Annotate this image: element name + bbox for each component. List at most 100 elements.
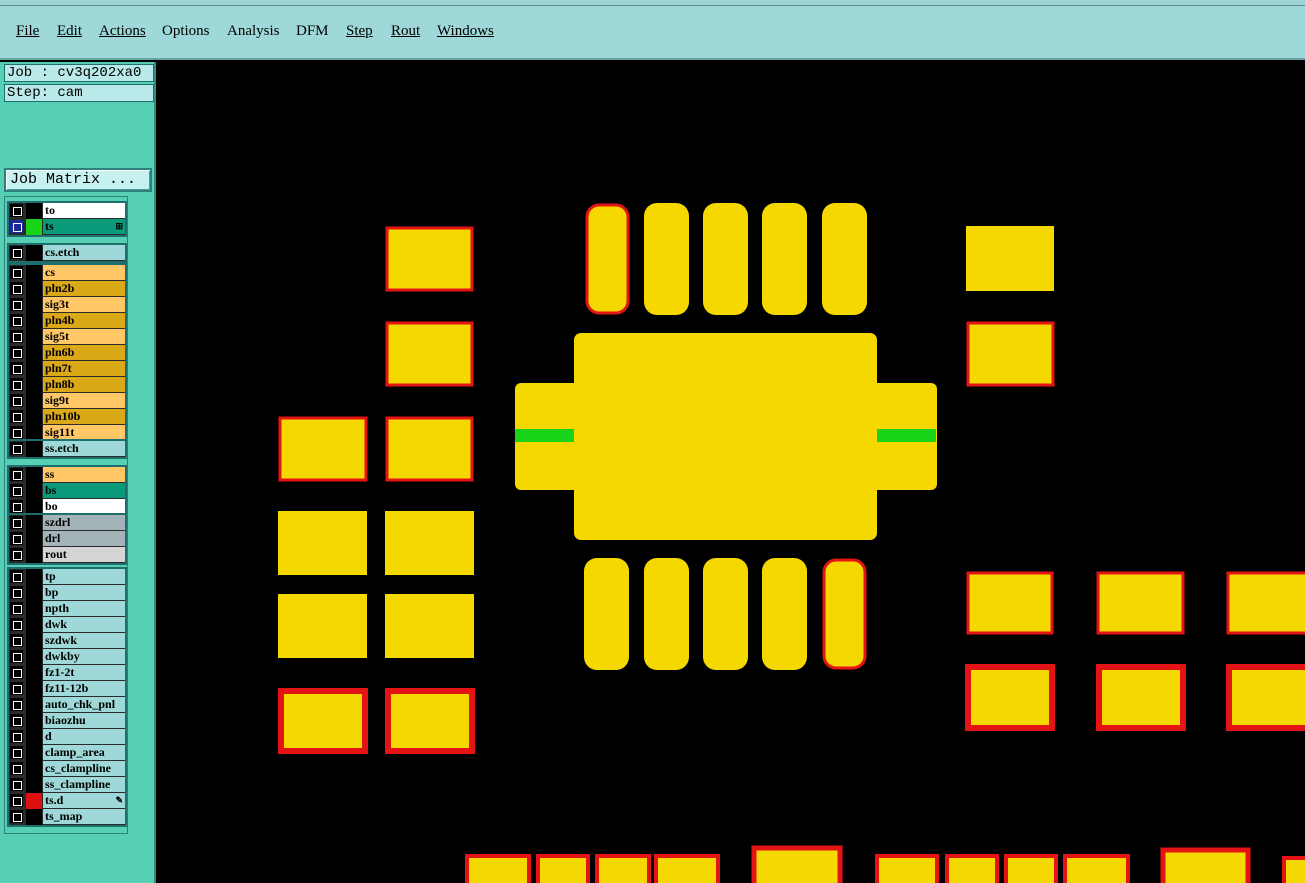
layer-name[interactable]: ts_map — [43, 809, 125, 824]
layer-name[interactable]: ts.d ✎ — [43, 793, 125, 808]
layer-name[interactable]: tp — [43, 569, 125, 584]
layer-checkbox[interactable] — [10, 220, 23, 233]
layer-row-ss[interactable]: ss — [9, 467, 125, 483]
layer-color-swatch[interactable] — [26, 467, 42, 483]
layer-name[interactable]: sig5t — [43, 329, 125, 344]
layer-color-swatch[interactable] — [26, 515, 42, 531]
layer-row-ts[interactable]: ts ⊞ — [9, 219, 125, 235]
menu-rout[interactable]: Rout — [391, 23, 420, 40]
layer-checkbox[interactable] — [10, 346, 23, 359]
layer-row-to[interactable]: to — [9, 203, 125, 219]
layer-color-swatch[interactable] — [26, 361, 42, 377]
pad-25[interactable] — [1226, 571, 1305, 635]
layer-name[interactable]: auto_chk_pnl — [43, 697, 125, 712]
layer-checkbox[interactable] — [10, 650, 23, 663]
pad-3[interactable] — [278, 416, 368, 482]
pad-6[interactable] — [385, 511, 474, 575]
layer-row-pln4b[interactable]: pln4b — [9, 313, 125, 329]
layer-row-dwkby[interactable]: dwkby — [9, 649, 125, 665]
layer-name[interactable]: sig3t — [43, 297, 125, 312]
layer-checkbox[interactable] — [10, 618, 23, 631]
pad-15[interactable] — [703, 203, 748, 315]
layer-row-cs_clampline[interactable]: cs_clampline — [9, 761, 125, 777]
layer-name[interactable]: d — [43, 729, 125, 744]
layer-row-sig9t[interactable]: sig9t — [9, 393, 125, 409]
layer-checkbox[interactable] — [10, 204, 23, 217]
menu-step[interactable]: Step — [346, 23, 373, 40]
layer-color-swatch[interactable] — [26, 531, 42, 547]
pad-10[interactable] — [385, 688, 475, 754]
layer-color-swatch[interactable] — [26, 793, 42, 809]
layer-row-ss_clampline[interactable]: ss_clampline — [9, 777, 125, 793]
pad-7[interactable] — [278, 594, 367, 658]
layer-name[interactable]: fz1-2t — [43, 665, 125, 680]
layer-color-swatch[interactable] — [26, 745, 42, 761]
layer-row-szdrl[interactable]: szdrl — [9, 515, 125, 531]
layer-checkbox[interactable] — [10, 484, 23, 497]
layer-checkbox[interactable] — [10, 586, 23, 599]
pad-32[interactable] — [654, 854, 720, 883]
layer-row-ss.etch[interactable]: ss.etch — [9, 441, 125, 457]
graphic-canvas[interactable] — [157, 62, 1305, 883]
layer-name[interactable]: bp — [43, 585, 125, 600]
layer-checkbox[interactable] — [10, 330, 23, 343]
layer-checkbox[interactable] — [10, 570, 23, 583]
pad-13[interactable] — [585, 203, 630, 315]
layer-name[interactable]: szdwk — [43, 633, 125, 648]
layer-color-swatch[interactable] — [26, 409, 42, 425]
layer-row-pln7t[interactable]: pln7t — [9, 361, 125, 377]
pad-34[interactable] — [945, 854, 999, 883]
layer-color-swatch[interactable] — [26, 265, 42, 281]
pad-11[interactable] — [966, 226, 1054, 291]
layer-checkbox[interactable] — [10, 532, 23, 545]
layer-checkbox[interactable] — [10, 746, 23, 759]
layer-checkbox[interactable] — [10, 682, 23, 695]
layer-name[interactable]: drl — [43, 531, 125, 546]
layer-name[interactable]: ts ⊞ — [43, 219, 125, 234]
layer-row-pln10b[interactable]: pln10b — [9, 409, 125, 425]
layer-color-swatch[interactable] — [26, 681, 42, 697]
layer-color-swatch[interactable] — [26, 313, 42, 329]
layer-checkbox[interactable] — [10, 666, 23, 679]
layer-name[interactable]: pln4b — [43, 313, 125, 328]
pad-21[interactable] — [762, 558, 807, 670]
layer-color-swatch[interactable] — [26, 761, 42, 777]
layer-color-swatch[interactable] — [26, 729, 42, 745]
layer-color-swatch[interactable] — [26, 713, 42, 729]
layer-checkbox[interactable] — [10, 516, 23, 529]
layer-checkbox[interactable] — [10, 362, 23, 375]
layer-color-swatch[interactable] — [26, 547, 42, 563]
layer-row-fz1-2t[interactable]: fz1-2t — [9, 665, 125, 681]
pad-2[interactable] — [385, 321, 474, 387]
layer-checkbox[interactable] — [10, 810, 23, 823]
pad-29[interactable] — [465, 854, 531, 883]
layer-name[interactable]: pln2b — [43, 281, 125, 296]
layer-color-swatch[interactable] — [26, 649, 42, 665]
pad-18[interactable] — [584, 558, 629, 670]
layer-checkbox[interactable] — [10, 714, 23, 727]
layer-row-npth[interactable]: npth — [9, 601, 125, 617]
layer-color-swatch[interactable] — [26, 345, 42, 361]
layer-name[interactable]: clamp_area — [43, 745, 125, 760]
layer-row-sig3t[interactable]: sig3t — [9, 297, 125, 313]
layer-name[interactable]: pln8b — [43, 377, 125, 392]
job-matrix-button[interactable]: Job Matrix ... — [4, 168, 152, 192]
pad-26[interactable] — [965, 664, 1055, 731]
layer-name[interactable]: dwk — [43, 617, 125, 632]
layer-checkbox[interactable] — [10, 394, 23, 407]
layer-name[interactable]: fz11-12b — [43, 681, 125, 696]
layer-checkbox[interactable] — [10, 266, 23, 279]
layer-color-swatch[interactable] — [26, 393, 42, 409]
layer-row-auto_chk_pnl[interactable]: auto_chk_pnl — [9, 697, 125, 713]
layer-checkbox[interactable] — [10, 634, 23, 647]
layer-name[interactable]: szdrl — [43, 515, 125, 530]
layer-checkbox[interactable] — [10, 548, 23, 561]
layer-row-clamp_area[interactable]: clamp_area — [9, 745, 125, 761]
pad-37[interactable] — [751, 845, 843, 883]
layer-checkbox[interactable] — [10, 314, 23, 327]
layer-name[interactable]: ss_clampline — [43, 777, 125, 792]
layer-row-dwk[interactable]: dwk — [9, 617, 125, 633]
layer-checkbox[interactable] — [10, 442, 23, 455]
layer-name[interactable]: pln6b — [43, 345, 125, 360]
layer-color-swatch[interactable] — [26, 441, 42, 457]
